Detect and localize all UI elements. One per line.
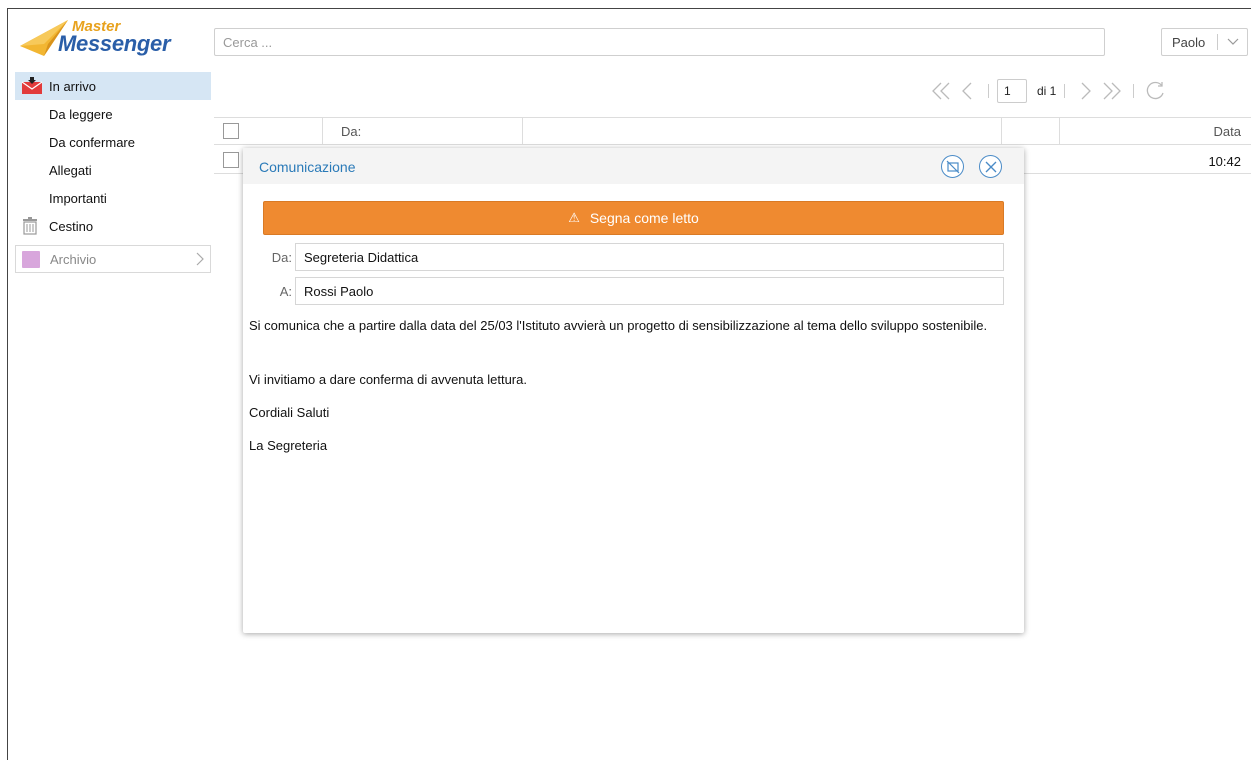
- logo-text-line2: Messenger: [58, 31, 171, 56]
- message-body: Si comunica che a partire dalla data del…: [249, 318, 1009, 454]
- sidebar-item-archivio[interactable]: Archivio: [15, 245, 211, 273]
- sidebar-item-cestino[interactable]: Cestino: [15, 212, 211, 240]
- print-disabled-icon[interactable]: [941, 155, 964, 178]
- pager-divider: [988, 84, 989, 98]
- to-label: A:: [279, 284, 292, 299]
- trash-icon: [21, 217, 41, 235]
- last-page-icon[interactable]: [1099, 78, 1125, 104]
- message-paragraph: Vi invitiamo a dare conferma di avvenuta…: [249, 372, 527, 387]
- sidebar-item-label: Archivio: [50, 251, 97, 267]
- row-time: 10:42: [1208, 154, 1241, 169]
- column-divider: [1001, 118, 1002, 145]
- column-divider: [322, 118, 323, 145]
- sidebar-item-da-confermare[interactable]: Da confermare: [15, 128, 211, 156]
- user-name: Paolo: [1172, 34, 1206, 50]
- to-field-row: A: Rossi Paolo: [263, 277, 1004, 305]
- close-icon[interactable]: [979, 155, 1002, 178]
- first-page-icon[interactable]: [928, 78, 954, 104]
- pagination: di 1: [928, 78, 1168, 104]
- warning-icon: ⚠: [568, 210, 580, 225]
- sidebar-item-label: Cestino: [49, 218, 94, 234]
- message-paragraph: Si comunica che a partire dalla data del…: [249, 318, 988, 333]
- to-field: Rossi Paolo: [295, 277, 1004, 305]
- mark-as-read-label: Segna come letto: [589, 210, 699, 226]
- refresh-icon[interactable]: [1142, 78, 1168, 104]
- sidebar-item-label: Allegati: [49, 162, 92, 178]
- next-page-icon[interactable]: [1073, 78, 1099, 104]
- chevron-right-icon: [196, 252, 204, 269]
- from-label: Da:: [271, 250, 292, 265]
- pager-divider: [1064, 84, 1066, 98]
- chevron-down-icon: [1218, 38, 1247, 46]
- page-number-input[interactable]: [997, 79, 1027, 103]
- app-logo[interactable]: Master Messenger: [18, 16, 171, 62]
- sidebar-item-da-leggere[interactable]: Da leggere: [15, 100, 211, 128]
- sidebar-item-label: In arrivo: [49, 78, 96, 94]
- sidebar-item-importanti[interactable]: Importanti: [15, 184, 211, 212]
- search-input[interactable]: [214, 28, 1105, 56]
- sidebar: In arrivo Da leggere Da confermare Alleg…: [15, 72, 211, 273]
- page-count: di 1: [1037, 84, 1057, 98]
- dialog-title: Comunicazione: [259, 159, 356, 175]
- archive-icon: [22, 251, 40, 268]
- sidebar-item-label: Da leggere: [49, 106, 113, 122]
- user-menu-dropdown[interactable]: Paolo: [1161, 28, 1248, 56]
- message-dialog: Comunicazione ⚠ Segna come letto Da: Seg…: [243, 148, 1024, 633]
- select-all-checkbox[interactable]: [223, 123, 239, 139]
- message-table-header: Da: Data: [214, 117, 1251, 145]
- from-field: Segreteria Didattica: [295, 243, 1004, 271]
- dialog-header: Comunicazione: [243, 148, 1024, 184]
- from-field-row: Da: Segreteria Didattica: [263, 243, 1004, 271]
- sidebar-item-label: Da confermare: [49, 134, 135, 150]
- prev-page-icon[interactable]: [954, 78, 980, 104]
- mark-as-read-button[interactable]: ⚠ Segna come letto: [263, 201, 1004, 235]
- column-divider: [522, 118, 523, 145]
- sidebar-item-allegati[interactable]: Allegati: [15, 156, 211, 184]
- column-divider: [1059, 118, 1060, 145]
- pager-divider: [1133, 84, 1135, 98]
- column-header-date[interactable]: Data: [1214, 124, 1241, 139]
- inbox-envelope-icon: [21, 77, 43, 95]
- sidebar-item-in-arrivo[interactable]: In arrivo: [15, 72, 211, 100]
- message-paragraph: La Segreteria: [249, 438, 328, 453]
- row-checkbox[interactable]: [223, 152, 239, 168]
- sidebar-item-label: Importanti: [49, 190, 107, 206]
- message-paragraph: Cordiali Saluti: [249, 405, 330, 420]
- column-header-from[interactable]: Da:: [341, 124, 361, 139]
